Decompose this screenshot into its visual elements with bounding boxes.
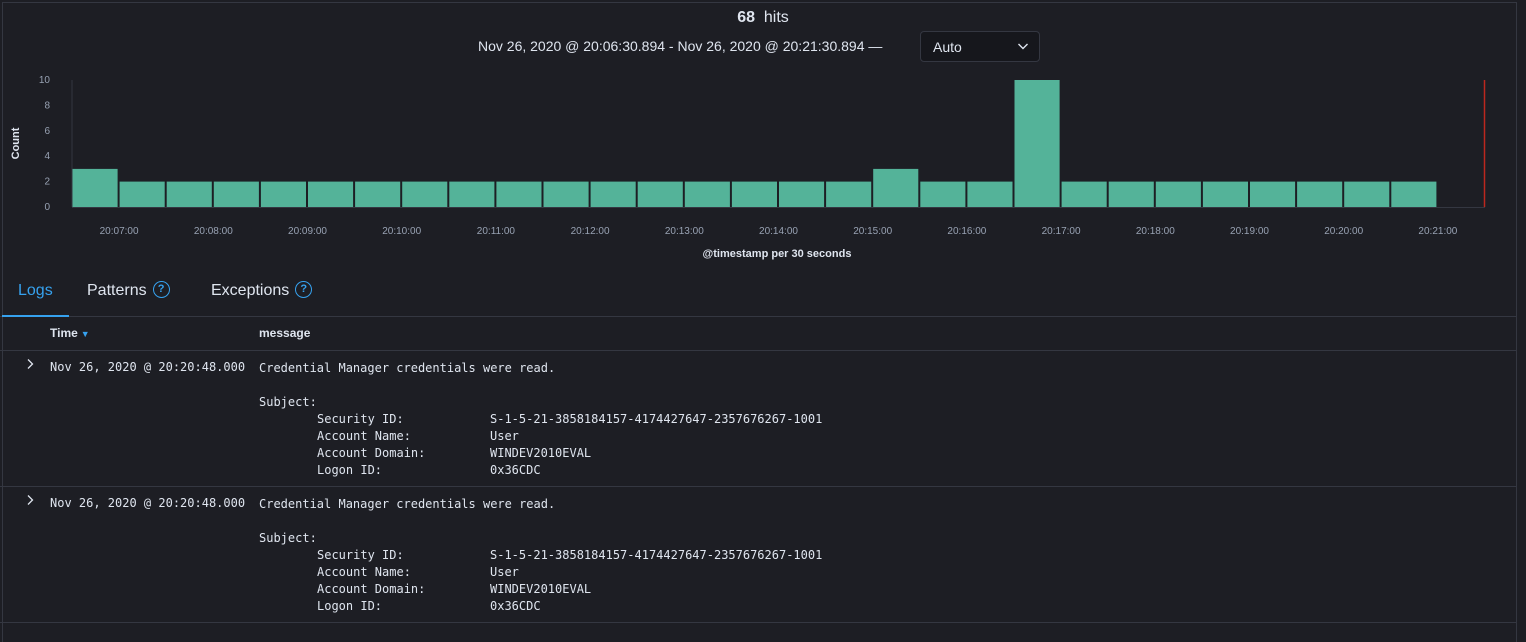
row-message: Credential Manager credentials were read… [259,360,822,479]
message-field: Security ID: S-1-5-21-3858184157-41744276… [317,412,823,426]
message-field: Logon ID: 0x36CDC [317,599,541,613]
x-tick-label: 20:21:00 [1418,226,1457,237]
histogram-bar[interactable] [1344,181,1390,207]
x-tick-label: 20:15:00 [853,226,892,237]
message-field: Security ID: S-1-5-21-3858184157-41744276… [317,548,823,562]
tab-exceptions[interactable]: Exceptions? [211,272,313,316]
x-tick-label: 20:14:00 [759,226,798,237]
histogram-bar[interactable] [166,181,212,207]
column-header-time-label: Time [50,326,78,340]
interval-select[interactable]: Auto [920,31,1040,62]
histogram-bar[interactable] [684,181,730,207]
histogram-bar[interactable] [308,181,354,207]
x-tick-label: 20:09:00 [288,226,327,237]
chevron-right-icon[interactable] [24,494,38,508]
message-subject-label: Subject: [259,531,317,545]
histogram-bar[interactable] [590,181,636,207]
bars[interactable] [72,80,1485,208]
table-row: Nov 26, 2020 @ 20:20:48.000 Credential M… [0,350,1516,487]
histogram-bar[interactable] [873,168,919,207]
chevron-right-icon[interactable] [24,358,38,372]
y-tick-label: 10 [39,75,51,86]
row-timestamp: Nov 26, 2020 @ 20:20:48.000 [50,496,246,510]
message-summary: Credential Manager credentials were read… [259,497,556,511]
table-header: Time ▼ message [0,317,1516,351]
y-tick-label: 8 [44,100,50,111]
tab-logs[interactable]: Logs [2,272,69,317]
histogram-bar[interactable] [1391,181,1437,207]
x-axis-label: @timestamp per 30 seconds [703,248,852,260]
sort-down-icon: ▼ [80,329,90,339]
y-axis-label: Count [10,127,22,159]
message-subject-label: Subject: [259,395,317,409]
table-row: Nov 26, 2020 @ 20:20:48.000 Credential M… [0,486,1516,623]
x-tick-label: 20:08:00 [194,226,233,237]
hits-count: 68 [737,9,755,26]
histogram-chart: 0 2 4 6 8 10 20:07:00 20:08:00 20:09:00 20:10:00… [10,75,1486,260]
histogram-bar[interactable] [213,181,259,207]
y-tick-label: 4 [44,151,50,162]
histogram-bar[interactable] [967,181,1013,207]
histogram-bar[interactable] [779,181,825,207]
histogram-bar[interactable] [1014,80,1060,207]
x-tick-label: 20:12:00 [571,226,610,237]
row-timestamp: Nov 26, 2020 @ 20:20:48.000 [50,360,246,374]
x-tick-label: 20:10:00 [382,226,421,237]
histogram-bar[interactable] [402,181,448,207]
x-tick-label: 20:13:00 [665,226,704,237]
y-tick-label: 6 [44,126,50,137]
histogram-bar[interactable] [1061,181,1107,207]
histogram-bar[interactable] [637,181,683,207]
hits-counter: 68 hits [0,9,1526,27]
histogram-bar[interactable] [260,181,306,207]
histogram-bar[interactable] [1155,181,1201,207]
histogram-bar[interactable] [496,181,542,207]
x-axis: 20:07:00 20:08:00 20:09:00 20:10:00 20:11:00… [100,226,1458,237]
histogram-bar[interactable] [1202,181,1248,207]
histogram-bar[interactable] [72,168,118,207]
y-axis: 0 2 4 6 8 10 [39,75,51,213]
y-tick-label: 0 [44,202,50,213]
message-field: Account Name: User [317,565,519,579]
message-field: Account Domain: WINDEV2010EVAL [317,446,592,460]
interval-value: Auto [933,38,962,55]
x-tick-label: 20:07:00 [100,226,139,237]
histogram-bar[interactable] [1297,181,1343,207]
time-range-label: Nov 26, 2020 @ 20:06:30.894 - Nov 26, 20… [478,38,883,54]
histogram-bar[interactable] [1250,181,1296,207]
histogram-bar[interactable] [920,181,966,207]
x-tick-label: 20:19:00 [1230,226,1269,237]
row-message: Credential Manager credentials were read… [259,496,822,615]
histogram-bar[interactable] [731,181,777,207]
question-circle-icon[interactable]: ? [295,281,313,299]
x-tick-label: 20:18:00 [1136,226,1175,237]
histogram-bar[interactable] [543,181,589,207]
message-summary: Credential Manager credentials were read… [259,361,556,375]
column-header-message: message [259,326,311,340]
histogram-bar[interactable] [119,181,165,207]
tab-patterns[interactable]: Patterns? [87,272,170,316]
y-tick-label: 2 [44,177,50,188]
message-field: Account Domain: WINDEV2010EVAL [317,582,592,596]
histogram-bar[interactable] [1108,181,1154,207]
histogram-bar[interactable] [355,181,401,207]
message-field: Account Name: User [317,429,519,443]
x-tick-label: 20:11:00 [477,226,516,237]
histogram-bar[interactable] [449,181,495,207]
tab-patterns-label: Patterns [87,282,147,299]
histogram-bar[interactable] [826,181,872,207]
x-tick-label: 20:16:00 [947,226,986,237]
x-tick-label: 20:17:00 [1042,226,1081,237]
chevron-down-icon [1017,39,1029,55]
x-tick-label: 20:20:00 [1324,226,1363,237]
tab-exceptions-label: Exceptions [211,282,290,299]
question-circle-icon[interactable]: ? [152,281,170,299]
hits-label: hits [763,9,789,26]
column-header-time[interactable]: Time ▼ [50,326,90,340]
message-field: Logon ID: 0x36CDC [317,463,541,477]
tab-logs-label: Logs [18,282,53,299]
tab-bar: Logs Patterns? Exceptions? [0,272,1516,317]
